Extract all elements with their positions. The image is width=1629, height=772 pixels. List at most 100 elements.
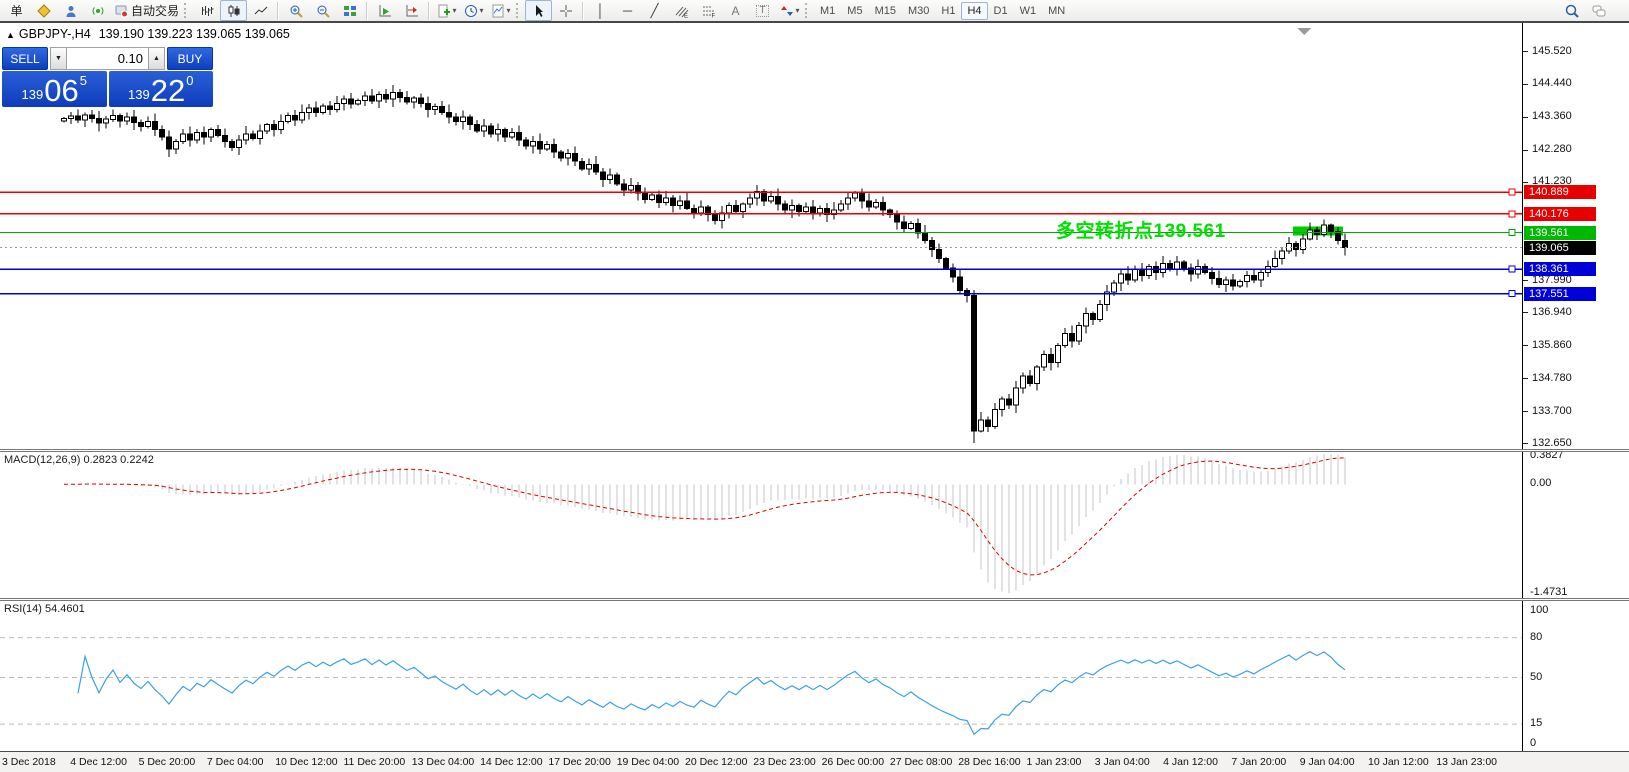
zoom-in-button[interactable] [282,0,309,21]
volume-increase-button[interactable]: ▲ [148,47,165,70]
line-handle[interactable] [1509,230,1515,236]
candle-body [615,175,620,184]
candle-body [1028,376,1033,384]
sell-button[interactable]: SELL [2,47,48,70]
autotrading-button[interactable]: 自动交易 [111,0,182,21]
timeframe-h4-button[interactable]: H4 [961,2,987,20]
trend-line-button[interactable]: ╱ [641,0,668,21]
candle-body [1007,399,1012,405]
line-handle[interactable] [1509,291,1515,297]
candle-body [1196,266,1201,274]
navigator-button[interactable] [57,0,84,21]
candle-body [104,119,109,123]
macd-scale-label: 0.00 [1530,477,1551,489]
indicators-button[interactable]: ▾ [433,0,460,21]
main-chart[interactable] [0,23,1522,450]
time-axis-label: 3 Dec 2018 [2,756,56,768]
candle-body [83,115,88,120]
candle-body [321,106,326,113]
price-tick-mark [1523,150,1528,151]
sell-price[interactable]: 139065 [2,71,107,107]
signal-button[interactable] [84,0,111,21]
volume-input[interactable]: 0.10 [67,47,148,70]
clock-icon [464,4,478,18]
line-handle[interactable] [1509,266,1515,272]
one-click-trading-panel: SELL ▼ 0.10 ▲ BUY 139065 139220 [2,47,213,107]
line-handle[interactable] [1509,211,1515,217]
candle-body [391,93,396,99]
candle-body [1308,230,1313,239]
candle-body [258,131,263,139]
candle-body [293,116,298,121]
chart-shift-marker[interactable] [1297,28,1311,35]
timeframe-m1-button[interactable]: M1 [814,2,841,20]
toolbar-grip [516,3,521,18]
zoom-out-button[interactable] [309,0,336,21]
candle-body [1224,280,1229,285]
time-axis[interactable]: 3 Dec 20184 Dec 12:005 Dec 20:007 Dec 04… [0,751,1629,772]
candle-body [769,196,774,201]
candle-body [300,113,305,121]
candle-body [160,129,165,137]
horizontal-line-button[interactable]: ─ [614,0,641,21]
timeframe-h1-button[interactable]: H1 [935,2,961,20]
volume-decrease-button[interactable]: ▼ [50,47,67,70]
macd-pane[interactable] [0,452,1522,598]
market-watch-button[interactable] [30,0,57,21]
candlestick-chart-button[interactable] [220,0,247,21]
candle-body [699,207,704,213]
auto-scroll-button[interactable] [371,0,398,21]
tile-windows-button[interactable] [336,0,363,21]
line-handle[interactable] [1509,189,1515,195]
timeframe-m15-button[interactable]: M15 [869,2,902,20]
price-level-tag: 139.561 [1524,226,1596,240]
candle-body [1238,282,1243,287]
time-axis-label: 27 Dec 08:00 [890,756,952,768]
cursor-icon [532,4,546,18]
candle-body [545,145,550,150]
toolbar: 单 自动交易 ▾ ▾ ▾ │ ─ ╱ E F A T ▾ M1 M5 M15 M… [0,0,1629,23]
timeframe-m5-button[interactable]: M5 [841,2,868,20]
buy-button[interactable]: BUY [167,47,213,70]
candle-body [895,215,900,223]
pane-divider[interactable] [0,449,1629,452]
candle-body [1077,326,1082,341]
buy-price[interactable]: 139220 [109,71,214,107]
bar-chart-button[interactable] [193,0,220,21]
timeframe-d1-button[interactable]: D1 [988,2,1014,20]
macd-signal-line [64,458,1345,575]
text-label-button[interactable]: T [749,0,776,21]
new-order-button[interactable]: 单 [3,0,30,21]
price-tick-label: 143.360 [1532,110,1572,122]
timeframe-m30-button[interactable]: M30 [902,2,935,20]
candle-body [1140,269,1145,275]
price-scale[interactable]: 145.520144.440143.360142.280141.230137.9… [1522,23,1629,751]
equidistant-channel-button[interactable]: E [668,0,695,21]
price-tick-label: 142.280 [1532,143,1572,155]
templates-button[interactable]: ▾ [487,0,514,21]
timeframe-w1-button[interactable]: W1 [1014,2,1043,20]
chart-shift-icon [405,4,419,18]
arrows-button[interactable]: ▾ [776,0,803,21]
text-tool-button[interactable]: A [722,0,749,21]
candle-body [1294,244,1299,250]
line-chart-button[interactable] [247,0,274,21]
candle-body [153,122,158,130]
timeframe-mn-button[interactable]: MN [1042,2,1071,20]
chat-button[interactable] [1585,0,1612,21]
fibonacci-button[interactable]: F [695,0,722,21]
candle-body [559,152,564,158]
vertical-line-button[interactable]: │ [587,0,614,21]
chart-shift-button[interactable] [398,0,425,21]
crosshair-button[interactable] [552,0,579,21]
cursor-button[interactable] [525,0,552,21]
price-tick-mark [1523,117,1528,118]
periods-button[interactable]: ▾ [460,0,487,21]
rsi-pane[interactable] [0,601,1522,750]
candle-body [923,233,928,241]
pane-divider[interactable] [0,598,1629,601]
macd-scale-label: -1.4731 [1530,586,1567,598]
search-button[interactable] [1558,0,1585,21]
candle-body [671,198,676,206]
chart-annotation[interactable]: 多空转折点139.561 [1056,216,1226,243]
